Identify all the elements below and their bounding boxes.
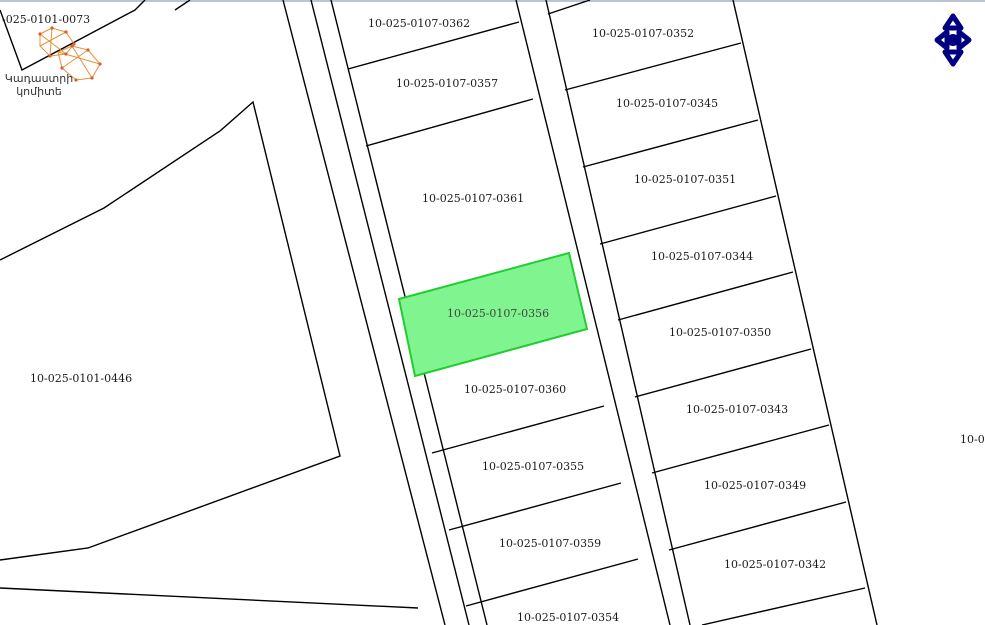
parcel-0446-boundary[interactable] xyxy=(0,100,341,561)
logo-line-1: Կադաստրի xyxy=(4,72,74,85)
parcel-label-0362[interactable]: 10-025-0107-0362 xyxy=(368,17,470,30)
pan-navigation-icon[interactable] xyxy=(933,12,973,68)
road-edge xyxy=(732,0,878,625)
parcel-label-0355[interactable]: 10-025-0107-0355 xyxy=(482,460,584,473)
parcel-label-0344[interactable]: 10-025-0107-0344 xyxy=(651,250,753,263)
parcel-label-0357[interactable]: 10-025-0107-0357 xyxy=(396,77,498,90)
parcel-label-0345[interactable]: 10-025-0107-0345 xyxy=(616,97,718,110)
parcel-label-0352[interactable]: 10-025-0107-0352 xyxy=(592,27,694,40)
logo-line-2: կոմիտե xyxy=(16,85,62,98)
cadastre-logo: Կադաստրի կոմիտե xyxy=(0,24,110,104)
parcel-label-0360[interactable]: 10-025-0107-0360 xyxy=(464,383,566,396)
cadastral-map[interactable]: -025-0101-0073 10-025-0101-0446 10-025-0… xyxy=(0,0,985,625)
parcel-label-0350[interactable]: 10-025-0107-0350 xyxy=(669,326,771,339)
parcel-label-0351[interactable]: 10-025-0107-0351 xyxy=(634,173,736,186)
cadastre-logo-text: Կադաստրի կոմիտե xyxy=(4,72,74,98)
parcel-label-edge[interactable]: 10-02 xyxy=(960,433,985,446)
parcel-label-0354[interactable]: 10-025-0107-0354 xyxy=(517,611,619,624)
parcel-label-0356[interactable]: 10-025-0107-0356 xyxy=(447,307,549,320)
parcel-label-0446[interactable]: 10-025-0101-0446 xyxy=(30,372,132,385)
parcel-label-0359[interactable]: 10-025-0107-0359 xyxy=(499,537,601,550)
parcel-label-0349[interactable]: 10-025-0107-0349 xyxy=(704,479,806,492)
parcel-label-0361[interactable]: 10-025-0107-0361 xyxy=(422,192,524,205)
parcel-label-0342[interactable]: 10-025-0107-0342 xyxy=(724,558,826,571)
parcel-label-0343[interactable]: 10-025-0107-0343 xyxy=(686,403,788,416)
